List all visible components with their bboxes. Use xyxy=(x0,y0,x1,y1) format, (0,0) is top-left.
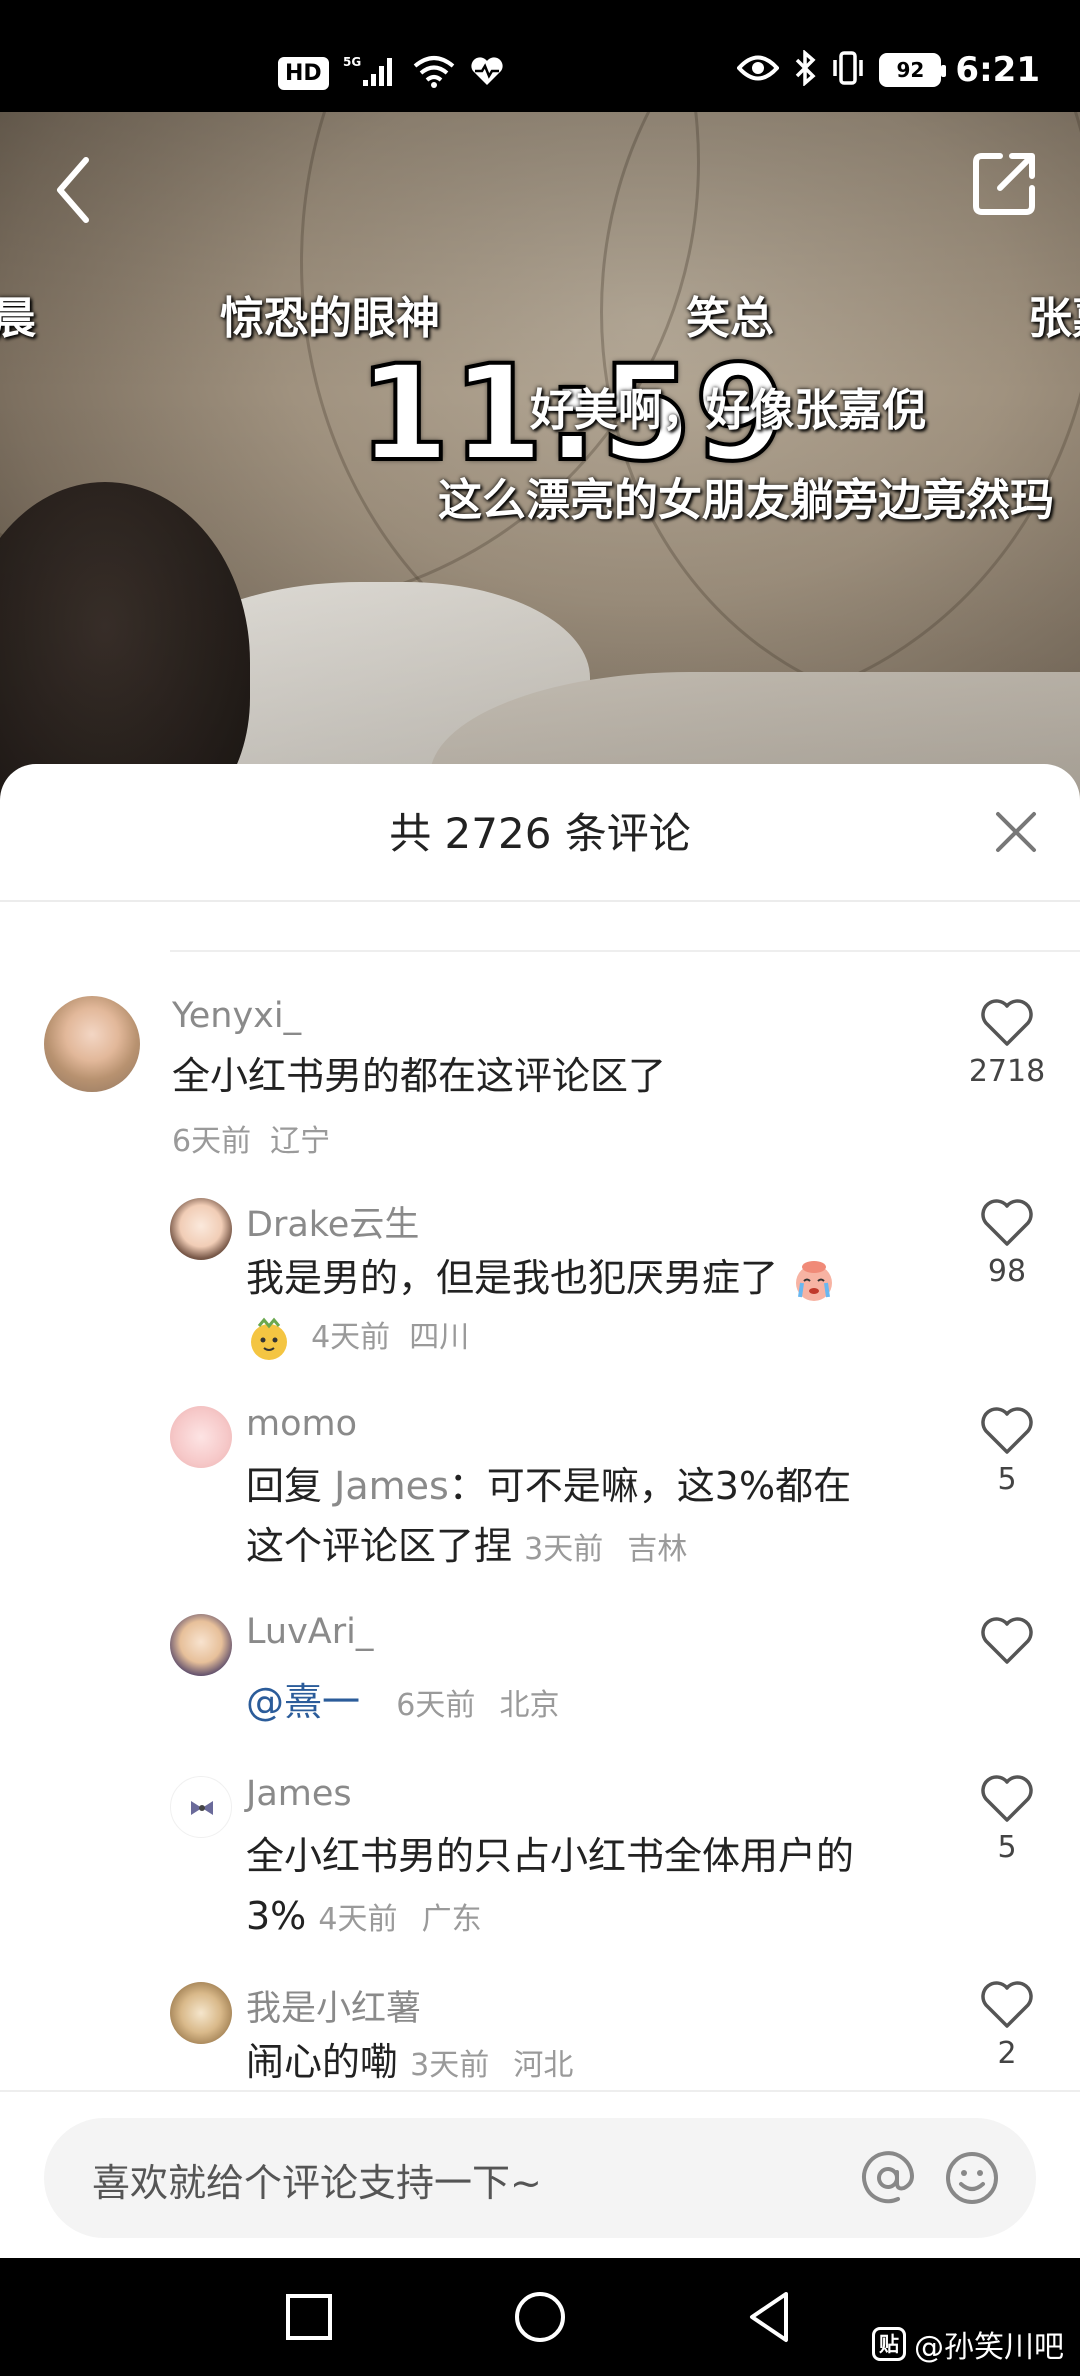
comment-text-body: 3% xyxy=(246,1894,307,1938)
comment-location: 河北 xyxy=(513,2048,574,2083)
heart-rate-icon xyxy=(469,55,505,91)
comment-text: 回复 James：可不是嘛，这3%都在 xyxy=(246,1456,851,1516)
heart-icon xyxy=(981,1981,1033,2028)
comment-username[interactable]: momo xyxy=(246,1404,357,1444)
comment-text: @熹一 6天前 北京 xyxy=(246,1672,560,1736)
danmaku-comment: 好美啊，好像张嘉倪 xyxy=(530,385,926,436)
comments-count-title: 共 2726 条评论 xyxy=(389,809,691,858)
comment-username[interactable]: Drake云生 xyxy=(246,1196,419,1247)
recent-apps-icon[interactable] xyxy=(278,2286,340,2348)
signal-icon: 5G xyxy=(343,54,399,92)
emoji-icon[interactable] xyxy=(942,2148,1002,2208)
comment-location: 北京 xyxy=(499,1688,560,1723)
heart-icon xyxy=(981,999,1033,1046)
status-time: 6:21 xyxy=(955,50,1040,90)
watermark: 贴 @孙笑川吧 xyxy=(872,2322,1064,2366)
comment-text-body: 闹心的嘞 xyxy=(246,2040,399,2084)
battery-icon: 92 xyxy=(879,53,947,87)
comment-meta: 4天前 四川 xyxy=(246,1312,469,1362)
home-icon[interactable] xyxy=(509,2286,571,2348)
comment-text: 我是男的，但是我也犯厌男症了 xyxy=(246,1248,838,1308)
divider xyxy=(170,950,1080,952)
comment-text: 全小红书男的只占小红书全体用户的 xyxy=(246,1834,855,1878)
close-icon[interactable] xyxy=(988,804,1044,860)
at-mention-icon[interactable] xyxy=(858,2148,918,2208)
reply-prefix: 回复 xyxy=(246,1464,323,1508)
heart-icon xyxy=(981,1199,1033,1246)
comment-text: 闹心的嘞 3天前 河北 xyxy=(246,2032,573,2096)
comment-text-body: 我是男的，但是我也犯厌男症了 xyxy=(246,1256,779,1300)
comment-username[interactable]: Yenyxi_ xyxy=(172,996,301,1036)
like-count: 98 xyxy=(987,1254,1027,1289)
status-bar: HD 5G 92 6:21 xyxy=(0,0,1080,112)
like-button[interactable] xyxy=(962,1616,1052,1666)
like-button[interactable]: 5 xyxy=(962,1406,1052,1497)
comment-text-body: 这个评论区了捏 xyxy=(246,1524,513,1568)
heart-icon xyxy=(981,1775,1033,1822)
like-count: 5 xyxy=(997,1830,1017,1865)
comment-meta: 6天前 辽宁 xyxy=(172,1116,330,1160)
crying-emoji-icon xyxy=(796,1260,833,1301)
comment-input[interactable]: 喜欢就给个评论支持一下~ xyxy=(44,2118,1036,2238)
comment-username[interactable]: 我是小红薯 xyxy=(246,1980,421,2031)
comment-location: 吉林 xyxy=(627,1532,688,1567)
comment-text-body: ：可不是嘛，这3%都在 xyxy=(448,1464,852,1508)
comment-time: 4天前 xyxy=(318,1902,398,1937)
system-nav-bar: 贴 @孙笑川吧 xyxy=(0,2258,1080,2376)
avatar[interactable] xyxy=(44,996,140,1092)
reply-to-user[interactable]: James xyxy=(334,1464,449,1508)
watermark-text: @孙笑川吧 xyxy=(914,2330,1064,2365)
comment-location: 四川 xyxy=(409,1320,470,1355)
vibrate-icon xyxy=(831,50,865,90)
danmaku-comment: 晨 xyxy=(0,293,36,344)
heart-icon xyxy=(981,1407,1033,1454)
bow-icon xyxy=(191,1801,213,1815)
comment-input-placeholder: 喜欢就给个评论支持一下~ xyxy=(92,2161,542,2205)
like-count: 2 xyxy=(997,2036,1017,2071)
comment-time: 3天前 xyxy=(410,2048,490,2083)
comment-time: 6天前 xyxy=(172,1124,252,1159)
eye-icon xyxy=(736,53,781,87)
wifi-icon xyxy=(413,54,455,92)
like-count: 5 xyxy=(997,1462,1017,1497)
avatar[interactable] xyxy=(170,1406,232,1468)
comment-location: 广东 xyxy=(421,1902,482,1937)
comment-username[interactable]: LuvAri_ xyxy=(246,1612,373,1652)
avatar[interactable] xyxy=(170,1776,232,1838)
comment-input-bar: 喜欢就给个评论支持一下~ xyxy=(0,2090,1080,2258)
bluetooth-icon xyxy=(793,49,817,90)
back-arrow-icon[interactable] xyxy=(48,150,108,230)
like-count: 2718 xyxy=(968,1054,1046,1089)
comment-text: 3% 4天前 广东 xyxy=(246,1886,482,1950)
danmaku-comment: 这么漂亮的女朋友躺旁边竟然玛 xyxy=(438,475,1054,526)
hd-icon: HD xyxy=(278,56,329,90)
mention-link[interactable]: @熹一 xyxy=(246,1680,360,1724)
comment-username[interactable]: James xyxy=(246,1774,352,1814)
back-nav-icon[interactable] xyxy=(740,2286,802,2348)
like-button[interactable]: 2 xyxy=(962,1980,1052,2071)
svg-text:5G: 5G xyxy=(343,55,361,69)
tieba-logo-icon: 贴 xyxy=(872,2327,906,2361)
danmaku-comment: 张嘉 xyxy=(1028,293,1080,344)
comment-text: 全小红书男的都在这评论区了 xyxy=(172,1054,667,1098)
sticker-emoji-icon xyxy=(251,1317,287,1360)
comment-text: 这个评论区了捏 3天前 吉林 xyxy=(246,1516,687,1580)
avatar[interactable] xyxy=(170,1982,232,2044)
comments-sheet: 共 2726 条评论 Yenyxi_ 全小红书男的都在这评论区了 6天前 辽宁 … xyxy=(0,764,1080,2258)
video-player[interactable]: 晨 惊恐的眼神 笑总 张嘉 11:59 好美啊，好像张嘉倪 这么漂亮的女朋友躺旁… xyxy=(0,112,1080,812)
comment-time: 3天前 xyxy=(524,1532,604,1567)
avatar[interactable] xyxy=(170,1198,232,1260)
comment-time: 6天前 xyxy=(396,1688,476,1723)
comment-location: 辽宁 xyxy=(270,1124,331,1159)
avatar[interactable] xyxy=(170,1614,232,1676)
like-button[interactable]: 2718 xyxy=(962,998,1052,1089)
heart-icon xyxy=(981,1617,1033,1664)
share-icon[interactable] xyxy=(970,148,1040,218)
divider xyxy=(0,900,1080,902)
like-button[interactable]: 98 xyxy=(962,1198,1052,1289)
like-button[interactable]: 5 xyxy=(962,1774,1052,1865)
comment-time: 4天前 xyxy=(311,1320,391,1355)
